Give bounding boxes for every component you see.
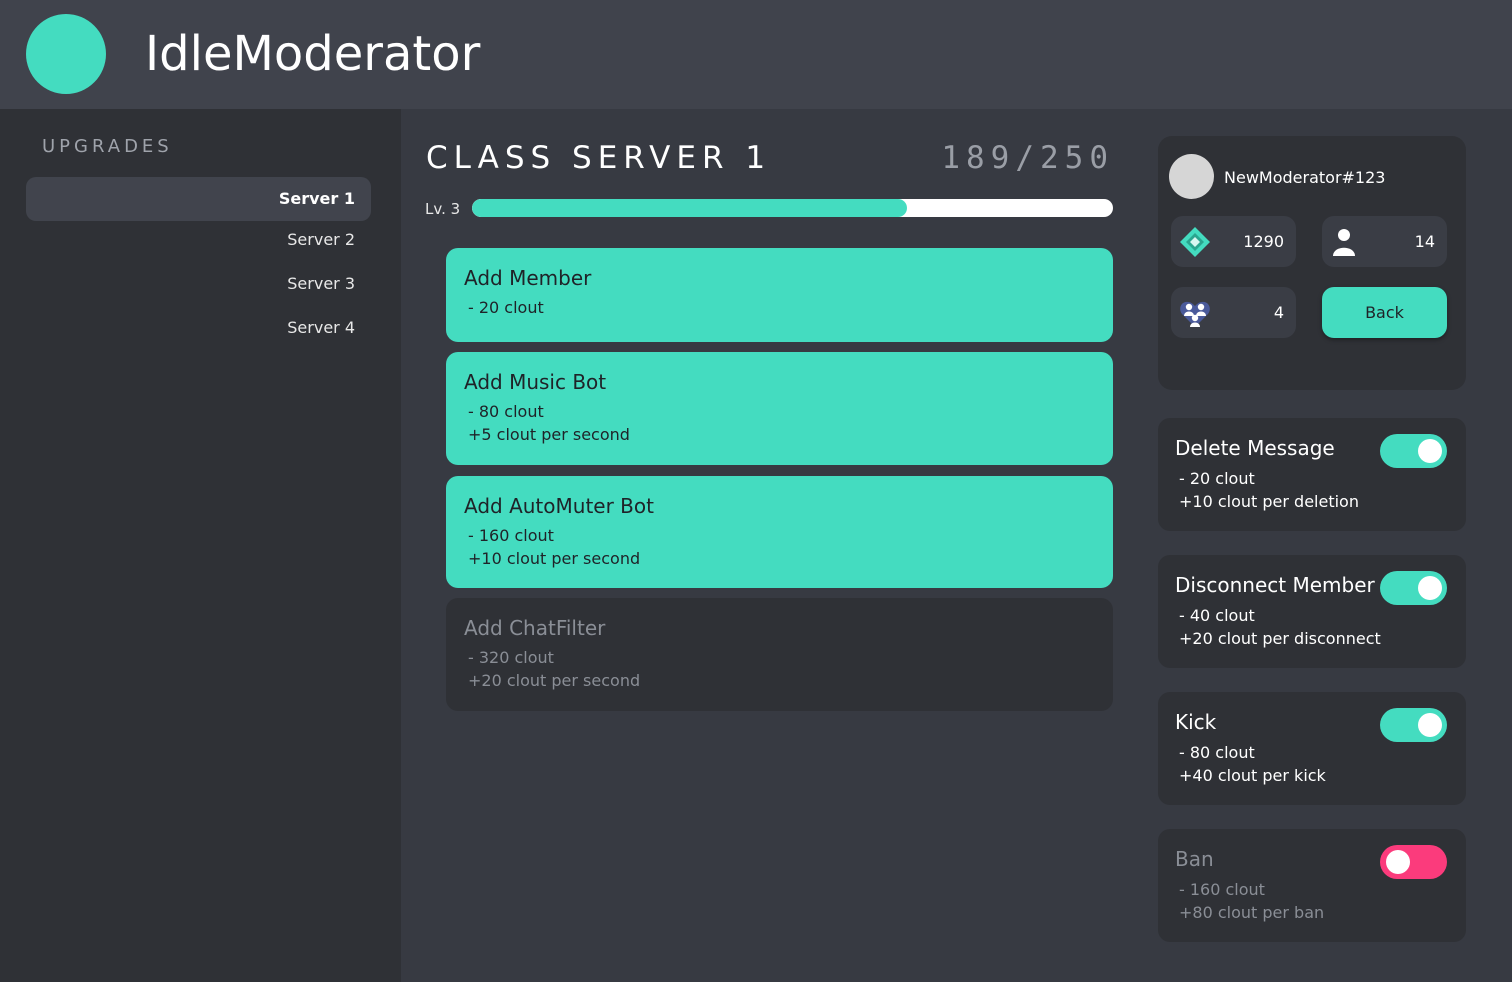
action-benefit: +20 clout per disconnect <box>1179 629 1381 648</box>
kick-toggle[interactable] <box>1380 708 1447 742</box>
toggle-knob <box>1418 713 1442 737</box>
server-member-count: 189/250 <box>941 140 1114 176</box>
app-header: IdleModerator <box>0 0 1512 109</box>
avatar <box>1169 154 1214 199</box>
delete-message-toggle[interactable] <box>1380 434 1447 468</box>
sidebar-item-server-3[interactable]: Server 3 <box>26 262 371 306</box>
diamond-icon <box>1180 227 1210 257</box>
ban-toggle[interactable] <box>1380 845 1447 879</box>
action-benefit: +10 clout per deletion <box>1179 492 1359 511</box>
sidebar-item-server-2[interactable]: Server 2 <box>26 218 371 262</box>
server-title: CLASS SERVER 1 <box>426 140 772 176</box>
sidebar-item-server-1[interactable]: Server 1 <box>26 177 371 221</box>
app-title: IdleModerator <box>145 26 481 82</box>
group-heart-icon <box>1180 301 1210 327</box>
members-stat: 14 <box>1322 216 1447 267</box>
upgrade-benefit: +5 clout per second <box>468 425 630 444</box>
toggle-knob <box>1418 439 1442 463</box>
upgrade-benefit: +20 clout per second <box>468 671 641 690</box>
username: NewModerator#123 <box>1224 168 1386 187</box>
action-disconnect-member: Disconnect Member - 40 clout +20 clout p… <box>1158 555 1466 668</box>
clout-value: 1290 <box>1243 232 1284 251</box>
toggle-knob <box>1418 576 1442 600</box>
clout-stat: 1290 <box>1171 216 1296 267</box>
action-delete-message: Delete Message - 20 clout +10 clout per … <box>1158 418 1466 531</box>
upgrade-add-chatfilter[interactable]: Add ChatFilter - 320 clout +20 clout per… <box>446 598 1113 711</box>
disconnect-member-toggle[interactable] <box>1380 571 1447 605</box>
upgrade-cost: - 20 clout <box>468 298 544 317</box>
action-ban: Ban - 160 clout +80 clout per ban <box>1158 829 1466 942</box>
action-benefit: +40 clout per kick <box>1179 766 1326 785</box>
upgrade-cost: - 320 clout <box>468 648 554 667</box>
action-kick: Kick - 80 clout +40 clout per kick <box>1158 692 1466 805</box>
action-benefit: +80 clout per ban <box>1179 903 1325 922</box>
sidebar-heading: UPGRADES <box>42 136 173 157</box>
members-value: 14 <box>1414 232 1435 251</box>
upgrade-title: Add Member <box>464 266 592 290</box>
upgrade-title: Add ChatFilter <box>464 616 606 640</box>
action-cost: - 40 clout <box>1179 606 1255 625</box>
action-cost: - 160 clout <box>1179 880 1265 899</box>
sidebar-item-server-4[interactable]: Server 4 <box>26 306 371 350</box>
action-cost: - 80 clout <box>1179 743 1255 762</box>
toggle-knob <box>1386 850 1410 874</box>
back-button[interactable]: Back <box>1322 287 1447 338</box>
action-cost: - 20 clout <box>1179 469 1255 488</box>
upgrade-add-music-bot[interactable]: Add Music Bot - 80 clout +5 clout per se… <box>446 352 1113 465</box>
level-label: Lv. 3 <box>425 200 461 218</box>
app-logo <box>26 14 106 94</box>
groups-stat: 4 <box>1171 287 1296 338</box>
upgrade-benefit: +10 clout per second <box>468 549 641 568</box>
upgrade-title: Add Music Bot <box>464 370 607 394</box>
upgrade-add-automuter-bot[interactable]: Add AutoMuter Bot - 160 clout +10 clout … <box>446 476 1113 588</box>
upgrade-cost: - 80 clout <box>468 402 544 421</box>
profile-panel: NewModerator#123 1290 14 4 Back <box>1158 136 1466 390</box>
level-progress-bar <box>472 199 1113 217</box>
upgrade-add-member[interactable]: Add Member - 20 clout <box>446 248 1113 342</box>
level-progress-fill <box>472 199 907 217</box>
upgrade-cost: - 160 clout <box>468 526 554 545</box>
person-icon <box>1333 229 1355 256</box>
upgrade-title: Add AutoMuter Bot <box>464 494 654 518</box>
groups-value: 4 <box>1273 303 1284 322</box>
